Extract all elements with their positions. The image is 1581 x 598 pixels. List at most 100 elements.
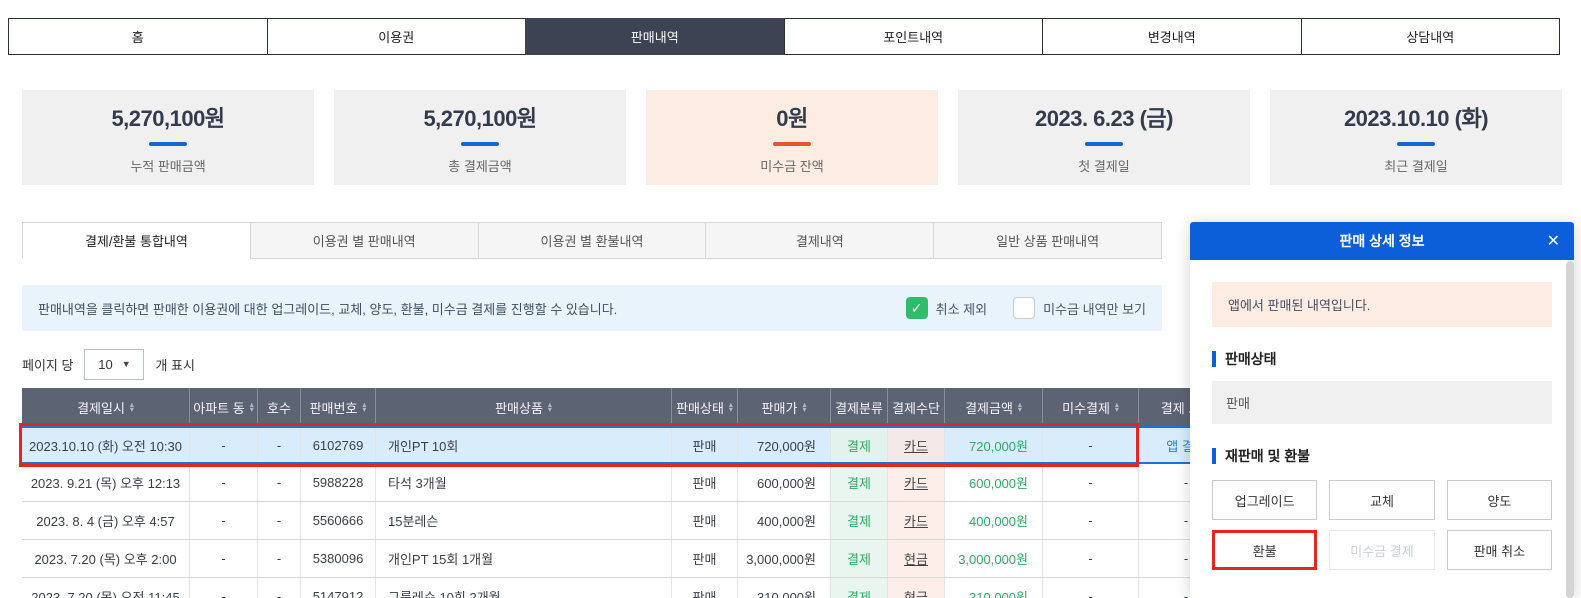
table-cell: 310,000원 <box>945 578 1043 598</box>
table-cell: 개인PT 15회 1개월 <box>376 540 672 577</box>
table-cell-text: 현금 <box>904 590 928 598</box>
checkbox-checked-icon[interactable]: ✓ <box>905 297 928 319</box>
table-cell: 판매 <box>672 502 738 539</box>
sort-down-icon: ▾ <box>1017 405 1022 414</box>
history-tab-0[interactable]: 결제/환불 통합내역 <box>22 222 251 259</box>
table-cell-text: 5988228 <box>312 475 364 490</box>
table-cell-text: - <box>221 513 226 528</box>
panel-button-5[interactable]: 판매 취소 <box>1446 530 1552 570</box>
table-cell-text: 5147912 <box>312 589 364 598</box>
info-banner: 판매내역을 클릭하면 판매한 이용권에 대한 업그레이드, 교체, 양도, 환불… <box>22 285 1162 331</box>
table-cell: 400,000원 <box>945 502 1043 539</box>
history-tab-4[interactable]: 일반 상품 판매내역 <box>933 222 1162 259</box>
table-cell: 6102769 <box>301 428 376 462</box>
table-cell: 타석 3개월 <box>376 464 672 501</box>
main-tab-5[interactable]: 상담내역 <box>1300 18 1560 55</box>
table-cell-text: - <box>1088 551 1093 566</box>
table-cell: - <box>190 502 258 539</box>
close-icon[interactable]: ✕ <box>1547 222 1560 260</box>
table-cell-text: - <box>1183 513 1189 528</box>
panel-button-1[interactable]: 교체 <box>1329 480 1435 520</box>
page-size-prefix: 페이지 당 <box>22 357 74 373</box>
history-tab-2[interactable]: 이용권 별 환불내역 <box>477 222 707 259</box>
column-header-10[interactable]: 미수결제 ▴ ▾ <box>1043 388 1139 426</box>
column-header-6[interactable]: 판매가 ▴ ▾ <box>738 388 831 426</box>
history-tab-1[interactable]: 이용권 별 판매내역 <box>249 222 479 259</box>
table-cell: 5560666 <box>301 502 376 539</box>
sort-down-icon: ▾ <box>249 405 254 414</box>
table-cell-text: - <box>1183 475 1189 490</box>
table-cell-text: - <box>276 437 282 453</box>
checkbox-unchecked-icon[interactable] <box>1013 297 1036 319</box>
table-cell: - <box>190 540 258 577</box>
column-header-label: 미수결제 <box>1062 400 1110 416</box>
panel-scrollbar-thumb[interactable] <box>1566 261 1574 598</box>
table-cell: 2023.10.10 (화) 오전 10:30 <box>22 428 190 462</box>
summary-cards: 5,270,100원 누적 판매금액 5,270,100원 총 결제금액 0원 미수금 잔… <box>22 90 1562 185</box>
sale-detail-panel: 판매 상세 정보 ✕ 앱에서 판매된 내역입니다. 판매상태 판매 재판매 및 … <box>1190 222 1574 598</box>
unpaid-only-label: 미수금 내역만 보기 <box>1043 301 1146 317</box>
resale-refund-section-title: 재판매 및 환불 <box>1212 446 1552 466</box>
table-cell-text: 결제 <box>847 552 871 567</box>
table-cell-text: 타석 3개월 <box>388 476 447 491</box>
column-header-1[interactable]: 아파트 동 ▴ ▾ <box>190 388 258 426</box>
panel-button-3[interactable]: 환불 <box>1212 530 1318 570</box>
resale-refund-buttons: 업그레이드 교체 양도 환불 미수금 결제 판매 취소 <box>1212 480 1552 570</box>
table-cell-text: 15분레슨 <box>388 514 439 529</box>
column-header-4[interactable]: 판매상품 ▴ ▾ <box>376 388 672 426</box>
table-cell: 현금 <box>888 540 945 577</box>
column-header-5[interactable]: 판매상태 ▴ ▾ <box>672 388 738 426</box>
table-cell-text: 2023. 7.20 (목) 오후 2:00 <box>34 552 177 567</box>
sort-down-icon: ▾ <box>1114 405 1119 414</box>
table-cell-text: 5380096 <box>312 551 364 566</box>
column-header-3[interactable]: 판매번호 ▴ ▾ <box>301 388 376 426</box>
table-cell: - <box>1043 464 1139 501</box>
unpaid-only-checkbox[interactable]: 미수금 내역만 보기 <box>1013 297 1146 319</box>
sale-status-title-text: 판매상태 <box>1225 351 1277 367</box>
column-header-8[interactable]: 결제수단 <box>888 388 945 426</box>
accent-bar <box>149 141 187 146</box>
main-tab-3[interactable]: 포인트내역 <box>783 18 1043 55</box>
main-tab-2[interactable]: 판매내역 <box>525 18 785 55</box>
page-size-select[interactable]: 10 ▼ <box>84 348 145 380</box>
table-cell: 2023. 8. 4 (금) 오후 4:57 <box>22 502 190 539</box>
table-cell: 판매 <box>672 540 738 577</box>
sale-status-section-title: 판매상태 <box>1212 349 1552 369</box>
column-header-9[interactable]: 결제금액 ▴ ▾ <box>945 388 1043 426</box>
summary-card-value: 0원 <box>776 105 808 131</box>
panel-button-0[interactable]: 업그레이드 <box>1212 480 1318 520</box>
table-cell-text: 결제 <box>847 438 871 454</box>
table-cell: - <box>190 428 258 462</box>
table-cell: 5988228 <box>301 464 376 501</box>
table-cell-text: 2023. 9.21 (목) 오후 12:13 <box>30 476 181 491</box>
column-header-0[interactable]: 결제일시 ▴ ▾ <box>22 388 190 426</box>
column-header-2[interactable]: 호수 <box>258 388 301 426</box>
app-sale-notice: 앱에서 판매된 내역입니다. <box>1212 282 1552 327</box>
table-cell-text: - <box>276 475 282 490</box>
panel-button-2[interactable]: 양도 <box>1446 480 1552 520</box>
sale-status-value: 판매 <box>1212 381 1552 424</box>
table-cell-text: 3,000,000원 <box>958 552 1028 567</box>
history-tab-3[interactable]: 결제내역 <box>705 222 935 259</box>
exclude-cancel-checkbox[interactable]: ✓ 취소 제외 <box>905 297 988 319</box>
main-tab-0[interactable]: 홈 <box>8 18 268 55</box>
column-header-7[interactable]: 결제분류 <box>831 388 888 426</box>
summary-card-label: 최근 결제일 <box>1384 158 1448 174</box>
main-tab-4[interactable]: 변경내역 <box>1042 18 1302 55</box>
main-tab-bar: 홈 이용권 판매내역 포인트내역 변경내역 상담내역 <box>8 18 1560 55</box>
column-header-label: 결제금액 <box>965 400 1013 416</box>
exclude-cancel-label: 취소 제외 <box>935 301 988 317</box>
sort-down-icon: ▾ <box>547 405 552 414</box>
summary-card-2: 0원 미수금 잔액 <box>646 90 938 185</box>
table-cell-text: 카드 <box>904 476 928 491</box>
table-cell: - <box>190 464 258 501</box>
table-cell-text: - <box>1183 589 1189 598</box>
table-cell-text: 결제 <box>847 476 871 491</box>
table-cell: 그룹레슨 10회 2개월 <box>376 578 672 598</box>
panel-header: 판매 상세 정보 ✕ <box>1190 222 1574 260</box>
table-cell: - <box>1043 428 1139 462</box>
chevron-down-icon: ▼ <box>121 359 131 369</box>
table-cell-text: 결제 <box>847 590 871 598</box>
table-cell-text: 판매 <box>692 438 717 454</box>
main-tab-1[interactable]: 이용권 <box>266 18 526 55</box>
